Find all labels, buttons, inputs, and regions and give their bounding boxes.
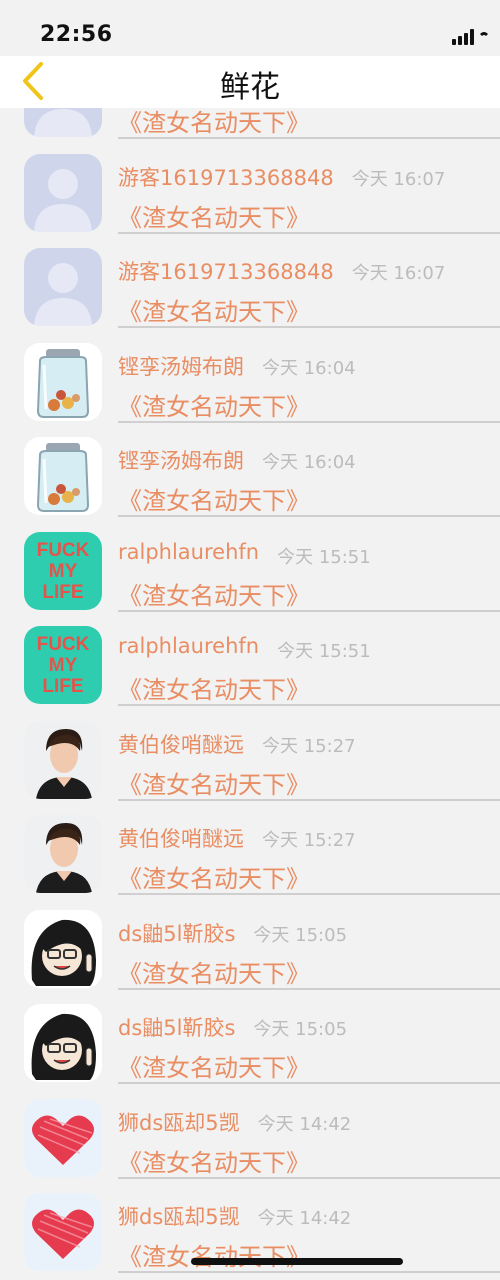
timestamp: 今天 16:07 <box>351 168 446 190</box>
book-title[interactable]: 《渣女名动天下》 <box>118 292 310 327</box>
glass-jar-avatar[interactable] <box>24 342 102 421</box>
book-title[interactable]: 《渣女名动天下》 <box>118 670 310 705</box>
book-title[interactable]: 《渣女名动天下》 <box>118 954 310 989</box>
book-title[interactable]: 《渣女名动天下》 <box>118 1048 310 1083</box>
timestamp: 今天 15:05 <box>253 924 348 946</box>
list-item[interactable]: ds鼬5l靳胶s 今天 15:05 《渣女名动天下》 <box>0 896 500 991</box>
cartoon-avatar[interactable] <box>24 909 102 988</box>
cartoon-avatar[interactable] <box>24 1004 102 1082</box>
user-name[interactable]: 黄伯俊哨醚远 <box>118 729 244 759</box>
book-title[interactable]: 《渣女名动天下》 <box>118 576 310 611</box>
portrait-avatar[interactable] <box>24 720 102 799</box>
book-title[interactable]: 《渣女名动天下》 <box>118 481 310 516</box>
timestamp: 今天 14:42 <box>257 1113 352 1135</box>
svg-text:FUCK: FUCK <box>37 634 90 655</box>
book-title[interactable]: 《渣女名动天下》 <box>118 1143 310 1178</box>
page-title: 鲜花 <box>220 70 280 105</box>
default-person-avatar[interactable] <box>24 248 102 326</box>
list-item[interactable]: FUCK MY LIFE ralphlaurehfn 今天 15:51 《渣女名动天下》 <box>0 612 500 707</box>
book-title[interactable]: 《渣女名动天下》 <box>118 103 310 138</box>
user-name[interactable]: ralphlaurehfn <box>118 540 259 564</box>
list-item[interactable]: 游客1619713368848 今天 16:07 《渣女名动天下》 <box>0 140 500 235</box>
user-name[interactable]: 黄伯俊哨醚远 <box>118 823 244 853</box>
list-item[interactable]: 黄伯俊哨醚远 今天 15:27 《渣女名动天下》 <box>0 801 500 896</box>
glass-jar-avatar[interactable] <box>24 437 102 515</box>
timestamp: 今天 16:07 <box>351 263 446 284</box>
list-item[interactable]: 铿孪汤姆布朗 今天 16:04 《渣女名动天下》 <box>0 329 500 424</box>
user-name[interactable]: 铿孪汤姆布朗 <box>118 351 244 381</box>
timestamp: 今天 15:51 <box>277 546 371 568</box>
user-name[interactable]: 游客1619713368848 <box>118 256 334 286</box>
timestamp: 今天 14:42 <box>257 1208 352 1229</box>
portrait-avatar[interactable] <box>24 815 102 893</box>
list-item[interactable]: 黄伯俊哨醚远 今天 15:27 《渣女名动天下》 <box>0 707 500 802</box>
heart-avatar[interactable] <box>24 1098 102 1177</box>
text-avatar[interactable]: FUCK MY LIFE <box>24 531 102 610</box>
user-name[interactable]: 铿孪汤姆布朗 <box>118 445 244 475</box>
book-title[interactable]: 《渣女名动天下》 <box>118 198 310 233</box>
status-time: 22:56 <box>40 22 113 47</box>
default-person-avatar[interactable] <box>24 153 102 232</box>
svg-text:FUCK: FUCK <box>37 540 90 561</box>
timestamp: 今天 15:51 <box>277 641 371 662</box>
list-item[interactable]: 铿孪汤姆布朗 今天 16:04 《渣女名动天下》 <box>0 423 500 518</box>
status-bar: 22:56 <box>0 0 500 56</box>
timestamp: 今天 16:04 <box>262 452 356 473</box>
timestamp: 今天 15:05 <box>253 1019 348 1040</box>
book-title[interactable]: 《渣女名动天下》 <box>118 1237 310 1272</box>
user-name[interactable]: ralphlaurehfn <box>118 634 259 658</box>
heart-avatar[interactable] <box>24 1193 102 1271</box>
flower-list[interactable]: 《渣女名动天下》 游客1619713368848 今天 16:07 《渣女名动天下》游… <box>0 0 500 1280</box>
user-name[interactable]: 游客1619713368848 <box>118 162 334 192</box>
user-name[interactable]: ds鼬5l靳胶s <box>118 1012 235 1042</box>
svg-text:LIFE: LIFE <box>42 582 83 603</box>
svg-text:MY: MY <box>49 655 78 676</box>
timestamp: 今天 16:04 <box>262 357 356 379</box>
cellular-signal-icon <box>452 29 488 45</box>
screen: 《渣女名动天下》 游客1619713368848 今天 16:07 《渣女名动天下》游… <box>0 0 500 1280</box>
svg-text:LIFE: LIFE <box>42 676 83 697</box>
user-name[interactable]: 狮ds瓯却5觊 <box>118 1107 240 1137</box>
user-name[interactable]: 狮ds瓯却5觊 <box>118 1201 240 1231</box>
row-divider <box>118 1271 500 1273</box>
timestamp: 今天 15:27 <box>262 830 356 851</box>
list-item[interactable]: 狮ds瓯却5觊 今天 14:42 《渣女名动天下》 <box>0 1085 500 1180</box>
list-item[interactable]: ds鼬5l靳胶s 今天 15:05 《渣女名动天下》 <box>0 990 500 1085</box>
list-item[interactable]: 游客1619713368848 今天 16:07 《渣女名动天下》 <box>0 234 500 329</box>
book-title[interactable]: 《渣女名动天下》 <box>118 387 310 422</box>
list-item[interactable]: FUCK MY LIFE ralphlaurehfn 今天 15:51 《渣女名动天下》 <box>0 518 500 613</box>
svg-text:MY: MY <box>49 561 78 582</box>
navigation-bar: 鲜花 <box>0 56 500 108</box>
book-title[interactable]: 《渣女名动天下》 <box>118 765 310 800</box>
timestamp: 今天 15:27 <box>262 735 356 757</box>
book-title[interactable]: 《渣女名动天下》 <box>118 859 310 894</box>
text-avatar[interactable]: FUCK MY LIFE <box>24 626 102 704</box>
user-name[interactable]: ds鼬5l靳胶s <box>118 918 235 948</box>
home-indicator <box>191 1258 403 1265</box>
